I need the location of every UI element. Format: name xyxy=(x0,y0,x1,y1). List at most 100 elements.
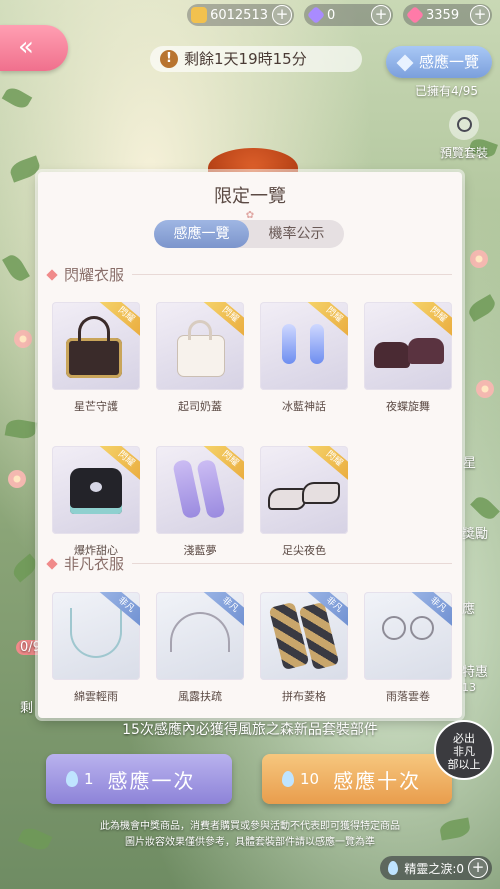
add-gold-button[interactable]: + xyxy=(272,5,292,25)
guarantee-hint: 15次感應內必獲得風旅之森新品套裝部件 xyxy=(122,722,378,738)
item-image: 閃耀 xyxy=(52,302,140,390)
catalog-button-label: 感應一覽 xyxy=(418,53,479,71)
item-name: 起司奶蓋 xyxy=(178,400,222,413)
item-name: 風露扶疏 xyxy=(178,690,222,703)
item-card[interactable]: 閃耀 冰藍神話 xyxy=(260,302,348,414)
necklace-icon xyxy=(70,608,122,658)
item-card[interactable]: 非凡 雨落雲卷 xyxy=(364,592,452,704)
spirit-tear-icon xyxy=(388,861,399,875)
item-image: 閃耀 xyxy=(260,302,348,390)
back-button[interactable]: « xyxy=(0,25,68,71)
item-image: 非凡 xyxy=(364,592,452,680)
magnifier-icon xyxy=(448,110,479,140)
item-image: 非凡 xyxy=(156,592,244,680)
bag-strap xyxy=(78,316,110,342)
spirit-tears-counter: 精靈之淚:0 + xyxy=(380,856,492,880)
item-image: 閃耀 xyxy=(260,446,348,534)
tab-probability[interactable]: 機率公示 xyxy=(249,220,344,248)
section-extraordinary: 非凡衣服 xyxy=(46,553,452,574)
earring-icon xyxy=(282,324,296,364)
handbag-handle xyxy=(188,320,212,340)
item-card[interactable]: 閃耀 夜蝶旋舞 xyxy=(364,302,452,414)
draw-ten-cost-value: 10 xyxy=(300,770,320,788)
gem-icon xyxy=(396,54,414,71)
item-image: 非凡 xyxy=(260,592,348,680)
item-image: 閃耀 xyxy=(156,302,244,390)
item-card[interactable]: 非凡 風露扶疏 xyxy=(156,592,244,704)
side-right-text-4: 特惠 xyxy=(462,665,489,680)
divider xyxy=(132,563,452,564)
preview-outfit-button[interactable]: 預覽套裝 xyxy=(440,110,488,161)
item-card[interactable]: 閃耀 爆炸甜心 xyxy=(52,446,140,558)
diamond-bullet-icon xyxy=(46,557,58,570)
shoe-icon xyxy=(408,338,444,364)
item-name: 雨落雲卷 xyxy=(386,690,430,703)
item-card[interactable]: 閃耀 淺藍夢 xyxy=(156,446,244,558)
extraordinary-items-grid: 非凡 綿雲輕雨 非凡 風露扶疏 非凡 拼布菱格 非凡 雨落雲卷 xyxy=(52,592,452,704)
event-timer: ! 剩餘1天19時15分 xyxy=(150,46,362,72)
add-diamond-button[interactable]: + xyxy=(371,5,391,25)
draw-ten-label: 感應十次 xyxy=(333,768,422,793)
hoop-earring-icon xyxy=(382,616,406,640)
disclaimer-line-1: 此為機會中獎商品，消費者購買或參與活動不代表即可獲得特定商品 xyxy=(100,821,400,832)
section-extraordinary-title: 非凡衣服 xyxy=(64,555,125,573)
shining-tag: 閃耀 xyxy=(306,446,348,484)
item-name: 拼布菱格 xyxy=(282,690,326,703)
draw-once-cost: 1 xyxy=(66,770,94,788)
modal-title: 限定一覽 xyxy=(214,186,286,207)
shining-tag: 閃耀 xyxy=(410,302,452,340)
item-card[interactable]: 閃耀 足尖夜色 xyxy=(260,446,348,558)
preview-label: 預覽套裝 xyxy=(439,146,488,160)
add-pink-diamond-button[interactable]: + xyxy=(470,5,490,25)
side-right-text-1: 星 xyxy=(463,456,477,471)
handbag-icon xyxy=(178,336,224,376)
item-card[interactable]: 非凡 綿雲輕雨 xyxy=(52,592,140,704)
catalog-button[interactable]: 感應一覽 xyxy=(386,46,492,78)
item-image: 閃耀 xyxy=(156,446,244,534)
side-right-text-3: 應 xyxy=(462,602,476,617)
item-name: 星芒守護 xyxy=(74,400,118,413)
timer-text: 剩餘1天19時15分 xyxy=(184,50,307,68)
bag-icon xyxy=(66,338,122,378)
spirit-tear-icon xyxy=(282,771,294,787)
limited-items-modal: 限定一覽 ✿ 感應一覽 機率公示 閃耀衣服 閃耀 星芒守護 閃耀 起司奶蓋 閃耀… xyxy=(38,172,462,718)
item-name: 夜蝶旋舞 xyxy=(386,400,430,413)
item-card[interactable]: 閃耀 星芒守護 xyxy=(52,302,140,414)
heel-icon xyxy=(270,490,304,508)
gold-coin-icon xyxy=(191,7,208,23)
add-tears-button[interactable]: + xyxy=(468,858,488,878)
side-right-text-2: 獎勵 xyxy=(462,527,489,542)
back-arrow-icon: « xyxy=(18,32,34,62)
alert-icon: ! xyxy=(160,50,178,68)
diamond-value: 0 xyxy=(327,7,336,23)
draw-once-button[interactable]: 1 感應一次 xyxy=(46,754,232,804)
tab-catalog[interactable]: 感應一覽 xyxy=(154,220,249,248)
divider xyxy=(132,274,452,275)
draw-ten-cost: 10 xyxy=(282,770,319,788)
heart-icon xyxy=(90,482,102,492)
item-image: 閃耀 xyxy=(364,302,452,390)
heel-icon xyxy=(304,484,338,502)
earring-icon xyxy=(310,324,324,364)
item-image: 非凡 xyxy=(52,592,140,680)
diamond-bullet-icon xyxy=(46,268,58,281)
spirit-tears-text: 精靈之淚:0 xyxy=(404,861,464,876)
pink-diamond-value: 3359 xyxy=(426,7,460,23)
item-name: 綿雲輕雨 xyxy=(74,690,118,703)
gold-value: 6012513 xyxy=(210,7,268,23)
diamond-currency: 0 + xyxy=(304,4,393,26)
diamond-icon xyxy=(306,5,326,25)
headband-icon xyxy=(170,612,230,652)
gold-currency: 6012513 + xyxy=(187,4,294,26)
guaranteed-badge: 必出 非凡 部以上 xyxy=(434,720,494,780)
draw-ten-button[interactable]: 10 感應十次 xyxy=(262,754,452,804)
item-card[interactable]: 非凡 拼布菱格 xyxy=(260,592,348,704)
modal-tabs: 感應一覽 機率公示 xyxy=(154,220,344,248)
shoe-icon xyxy=(374,342,410,368)
side-left-text: 剩 xyxy=(20,701,34,716)
badge-text: 必出 非凡 部以上 xyxy=(447,732,481,772)
pink-diamond-icon xyxy=(405,5,425,25)
item-card[interactable]: 閃耀 起司奶蓋 xyxy=(156,302,244,414)
hoop-earring-icon xyxy=(410,616,434,640)
disclaimer-line-2: 圖片妝容效果僅供參考，具體套裝部件請以感應一覽為準 xyxy=(125,837,375,848)
